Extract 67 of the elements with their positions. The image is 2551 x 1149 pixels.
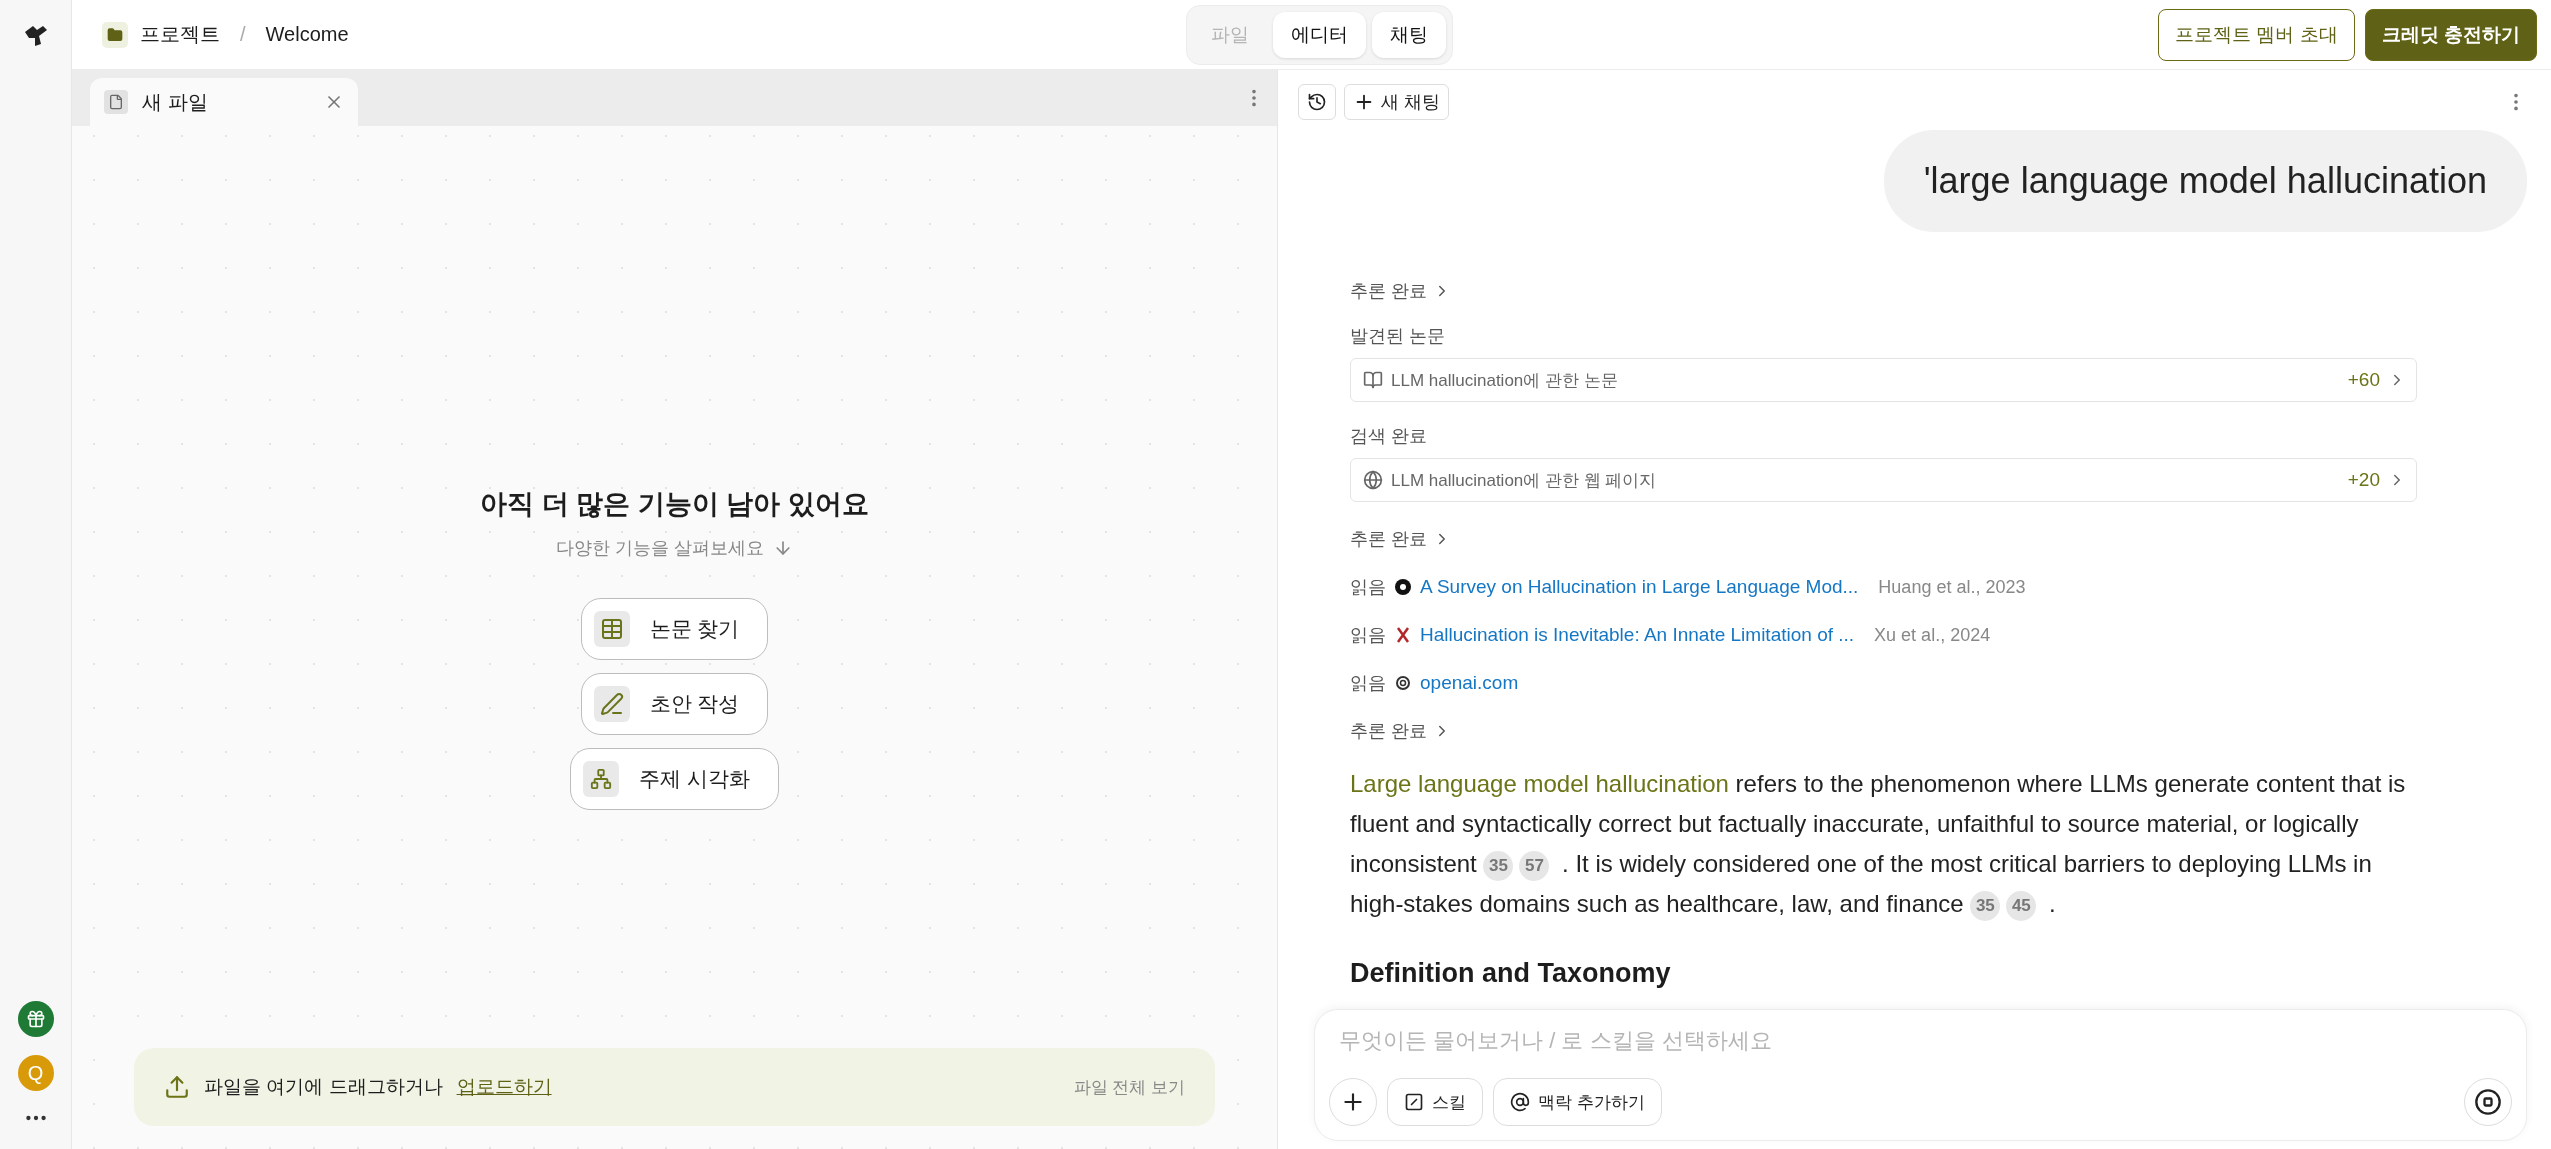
folder-icon bbox=[102, 21, 128, 48]
file-icon bbox=[104, 90, 128, 114]
credit-button[interactable]: 크레딧 충전하기 bbox=[2364, 8, 2537, 61]
history-button[interactable] bbox=[1298, 84, 1336, 120]
gift-button[interactable] bbox=[17, 1001, 54, 1037]
user-message: 'large language model hallucination bbox=[1883, 130, 2527, 232]
site-logo-icon bbox=[1394, 578, 1412, 596]
pen-icon bbox=[599, 692, 624, 716]
upload-icon bbox=[164, 1074, 190, 1100]
feature-button[interactable]: 주제 시각화 bbox=[570, 748, 779, 810]
upload-link[interactable]: 업로드하기 bbox=[456, 1074, 552, 1100]
result-text: LLM hallucination에 관한 논문 bbox=[1391, 369, 1618, 392]
source-meta: Xu et al., 2024 bbox=[1874, 624, 1991, 646]
slash-square-icon bbox=[1404, 1092, 1424, 1112]
source-link[interactable]: Hallucination is Inevitable: An Innate Limitation of ... bbox=[1420, 624, 1855, 646]
empty-state-heading: 아직 더 많은 기능이 남아 있어요 bbox=[480, 488, 869, 521]
reasoning-status[interactable]: 추론 완료 bbox=[1350, 279, 1427, 303]
view-tab[interactable]: 채팅 bbox=[1372, 11, 1446, 58]
section-heading: Definition and Taxonomy bbox=[1350, 958, 1672, 989]
breadcrumb-page: Welcome bbox=[265, 23, 349, 46]
feature-button[interactable]: 논문 찾기 bbox=[580, 598, 769, 660]
result-row[interactable]: LLM hallucination에 관한 웹 페이지 +20 bbox=[1350, 458, 2417, 502]
upload-text: 파일을 여기에 드래그하거나 bbox=[204, 1075, 443, 1099]
source-link[interactable]: openai.com bbox=[1420, 672, 1519, 694]
invite-button[interactable]: 프로젝트 멤버 초대 bbox=[2158, 8, 2355, 61]
view-all-files-link[interactable]: 파일 전체 보기 bbox=[1073, 1075, 1185, 1099]
table-icon bbox=[599, 617, 624, 641]
tree-icon bbox=[590, 768, 613, 790]
new-chat-button[interactable]: 새 채팅 bbox=[1344, 84, 1449, 120]
read-label: 읽음 bbox=[1350, 624, 1386, 647]
add-context-button[interactable]: 맥락 추가하기 bbox=[1493, 1078, 1662, 1126]
message-field[interactable]: 무엇이든 물어보거나 / 로 스킬을 선택하세요 스킬 맥락 추가하기 bbox=[1314, 1009, 2527, 1141]
result-count: +20 bbox=[2347, 469, 2380, 491]
empty-state-subheading: 다양한 기능을 살펴보세요 bbox=[556, 537, 765, 560]
stop-button[interactable] bbox=[2464, 1078, 2512, 1126]
citation-badge[interactable]: 45 bbox=[2006, 890, 2037, 921]
citation-badge[interactable]: 57 bbox=[1519, 850, 1550, 881]
file-tab[interactable]: 새 파일 bbox=[90, 78, 358, 126]
globe-icon bbox=[1363, 470, 1383, 490]
gift-icon bbox=[25, 1009, 46, 1029]
citation-badge[interactable]: 35 bbox=[1970, 890, 2001, 921]
feature-button[interactable]: 초안 작성 bbox=[580, 673, 769, 735]
at-sign-icon bbox=[1510, 1092, 1530, 1112]
source-meta: Huang et al., 2023 bbox=[1878, 576, 2026, 598]
book-icon bbox=[1363, 370, 1383, 390]
history-icon bbox=[1307, 92, 1327, 112]
skill-button[interactable]: 스킬 bbox=[1387, 1078, 1483, 1126]
result-row[interactable]: LLM hallucination에 관한 논문 +60 bbox=[1350, 358, 2417, 402]
step-label: 발견된 논문 bbox=[1350, 325, 1446, 348]
source-link[interactable]: A Survey on Hallucination in Large Language Mod... bbox=[1420, 576, 1859, 598]
result-count: +60 bbox=[2347, 369, 2380, 391]
reasoning-status[interactable]: 추론 완료 bbox=[1350, 527, 1427, 551]
breadcrumb-separator: / bbox=[240, 23, 246, 46]
breadcrumb-project[interactable]: 프로젝트 bbox=[140, 21, 220, 48]
reasoning-status[interactable]: 추론 완료 bbox=[1350, 719, 1427, 743]
app-logo-icon bbox=[22, 24, 49, 48]
answer-paragraph: Large language model hallucination refers to the phenomenon where LLMs generate content that is fluent and syntactically correct but factually inaccurate, unfaithful to source material, or logically inconsistent 35 57 . It is widely considered one of the most critical barriers to deploying LLMs in high-stakes domains such as healthcare, law, and finance 35 45 . bbox=[1350, 764, 2417, 924]
stop-icon bbox=[2474, 1088, 2502, 1116]
add-button[interactable] bbox=[1329, 1078, 1377, 1126]
read-label: 읽음 bbox=[1350, 672, 1386, 695]
site-logo-icon bbox=[1394, 674, 1412, 692]
result-text: LLM hallucination에 관한 웹 페이지 bbox=[1391, 469, 1657, 492]
citation-badge[interactable]: 35 bbox=[1483, 850, 1514, 881]
site-logo-icon bbox=[1394, 626, 1412, 644]
step-label: 검색 완료 bbox=[1350, 425, 1428, 448]
view-tab[interactable]: 에디터 bbox=[1273, 11, 1366, 58]
read-label: 읽음 bbox=[1350, 576, 1386, 599]
